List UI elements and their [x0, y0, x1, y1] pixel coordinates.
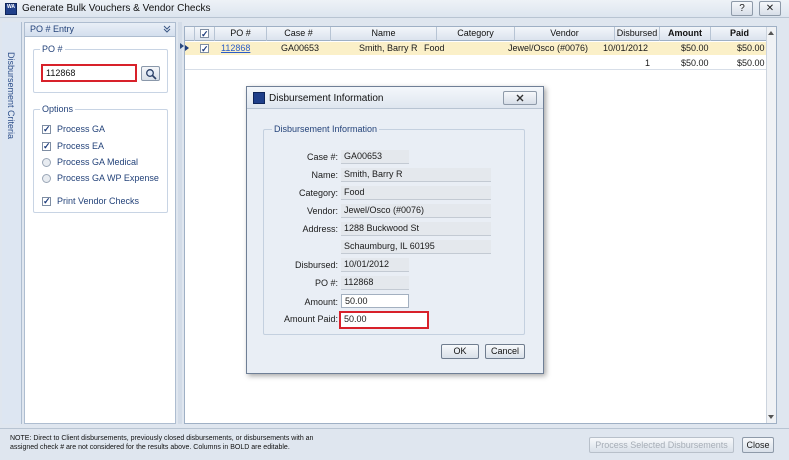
dialog-title: Disbursement Information [269, 93, 384, 104]
amount-input[interactable]: 50.00 [341, 294, 409, 308]
collapse-panel-icon[interactable] [163, 25, 171, 33]
grid-vertical-scrollbar[interactable] [766, 27, 776, 423]
vendor-value: Jewel/Osco (#0076) [341, 204, 491, 218]
table-row[interactable]: 112868 GA00653 Smith, Barry R Food Jewel… [185, 42, 768, 55]
select-all-header[interactable] [195, 27, 215, 41]
po-entry-panel: PO # Entry PO # 112868 Options Process G… [24, 22, 176, 424]
address-label: Address: [302, 224, 338, 234]
process-ea-label: Process EA [57, 141, 105, 151]
case-label: Case #: [306, 152, 338, 162]
dialog-close-button[interactable] [503, 91, 537, 105]
total-paid: $50.00 [737, 58, 765, 68]
address-line2-value: Schaumburg, IL 60195 [341, 240, 491, 254]
row-po-link[interactable]: 112868 [221, 42, 250, 55]
disbursement-info-group-label: Disbursement Information [272, 124, 380, 134]
current-row-icon [185, 45, 189, 51]
window-title-bar: WA Generate Bulk Vouchers & Vendor Check… [0, 0, 789, 18]
column-disbursed[interactable]: Disbursed [615, 27, 660, 41]
disbursement-info-group: Disbursement Information Case #: GA00653… [263, 124, 525, 335]
row-vendor: Jewel/Osco (#0076) [508, 43, 589, 53]
process-ga-wp-expense-radio[interactable] [42, 174, 51, 183]
row-indicator-header [185, 27, 195, 41]
ok-button[interactable]: OK [441, 344, 479, 359]
totals-row: 1 $50.00 $50.00 [185, 57, 768, 70]
disbursed-value: 10/01/2012 [341, 258, 409, 272]
options-group: Options Process GA Process EA Process GA… [33, 104, 168, 213]
select-all-checkbox[interactable] [200, 28, 209, 41]
po-group: PO # 112868 [33, 44, 168, 93]
column-name[interactable]: Name [331, 27, 437, 41]
po-number-input[interactable]: 112868 [41, 64, 137, 82]
column-case[interactable]: Case # [267, 27, 331, 41]
scroll-down-icon[interactable] [768, 415, 774, 419]
total-amount: $50.00 [681, 58, 709, 68]
row-select-checkbox[interactable] [200, 43, 209, 55]
footer-note: NOTE: Direct to Client disbursements, pr… [10, 435, 314, 451]
search-icon [146, 69, 157, 80]
panel-splitter[interactable] [178, 22, 182, 424]
category-value: Food [341, 186, 491, 200]
column-amount[interactable]: Amount [660, 27, 711, 41]
total-count: 1 [645, 58, 651, 68]
process-ga-label: Process GA [57, 124, 106, 134]
row-disbursed: 10/01/2012 [603, 43, 649, 53]
close-button[interactable]: Close [742, 437, 774, 453]
grid-header: PO # Case # Name Category Vendor Disburs… [185, 27, 768, 41]
cancel-button[interactable]: Cancel [485, 344, 525, 359]
background-window-text [200, 3, 500, 13]
process-selected-disbursements-button[interactable]: Process Selected Disbursements [589, 437, 734, 453]
po-value: 112868 [341, 276, 409, 290]
process-ga-checkbox[interactable] [42, 124, 51, 135]
amount-paid-input[interactable]: 50.00 [339, 311, 429, 329]
po-search-button[interactable] [141, 66, 160, 81]
print-vendor-checks-checkbox[interactable] [42, 196, 51, 207]
process-ga-wp-expense-label: Process GA WP Expense [57, 173, 159, 183]
po-group-label: PO # [40, 44, 65, 54]
amount-paid-label: Amount Paid: [283, 314, 338, 324]
amount-label: Amount: [304, 297, 338, 307]
process-ea-checkbox[interactable] [42, 141, 51, 152]
disbursement-criteria-tab[interactable]: Disbursement Criteria [2, 22, 22, 424]
category-label: Category: [298, 188, 338, 198]
help-button[interactable]: ? [731, 1, 753, 16]
po-label: PO #: [314, 278, 338, 288]
dialog-app-icon [253, 92, 265, 104]
disbursement-information-dialog: Disbursement Information Disbursement In… [246, 86, 544, 374]
close-icon [516, 94, 524, 102]
po-entry-title: PO # Entry [30, 24, 75, 34]
row-name: Smith, Barry R [359, 43, 418, 53]
options-group-label: Options [40, 104, 76, 114]
window-close-button[interactable]: ✕ [759, 1, 781, 16]
process-ga-medical-radio[interactable] [42, 158, 51, 167]
print-vendor-checks-label: Print Vendor Checks [57, 196, 140, 206]
row-paid[interactable]: $50.00 [737, 42, 765, 55]
row-case: GA00653 [281, 43, 320, 53]
dialog-title-bar: Disbursement Information [247, 87, 543, 109]
vendor-label: Vendor: [306, 206, 338, 216]
disbursed-label: Disbursed: [294, 260, 338, 270]
column-vendor[interactable]: Vendor [515, 27, 615, 41]
process-ga-medical-label: Process GA Medical [57, 157, 139, 167]
name-label: Name: [311, 170, 338, 180]
window-title: Generate Bulk Vouchers & Vendor Checks [22, 3, 211, 14]
footer-bar: NOTE: Direct to Client disbursements, pr… [0, 428, 789, 460]
app-logo-icon: WA [5, 3, 17, 15]
column-po[interactable]: PO # [215, 27, 267, 41]
po-entry-header: PO # Entry [25, 23, 175, 37]
column-category[interactable]: Category [437, 27, 515, 41]
scroll-up-icon[interactable] [768, 31, 774, 35]
column-paid[interactable]: Paid [711, 27, 768, 41]
row-category: Food [424, 43, 445, 53]
row-amount[interactable]: $50.00 [681, 42, 709, 55]
address-line1-value: 1288 Buckwood St [341, 222, 491, 236]
name-value: Smith, Barry R [341, 168, 491, 182]
case-value: GA00653 [341, 150, 409, 164]
disbursement-criteria-label: Disbursement Criteria [6, 52, 16, 140]
